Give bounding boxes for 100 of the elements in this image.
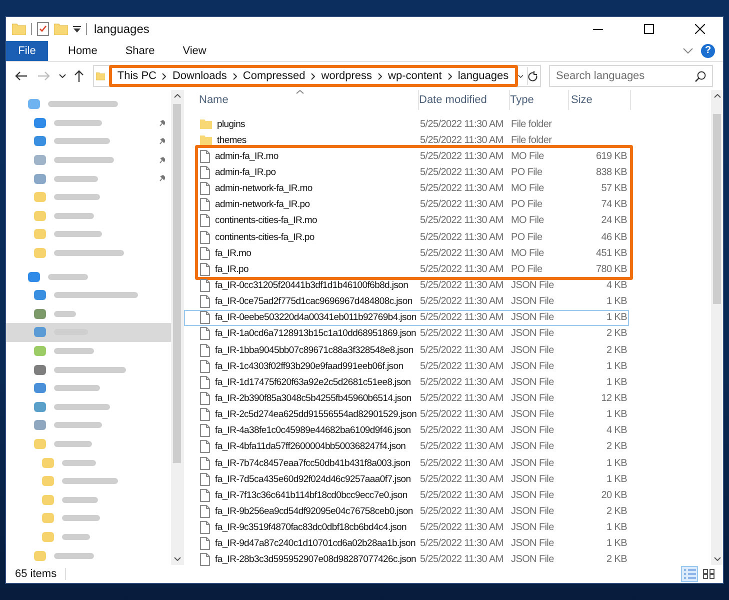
file-row[interactable]: fa_IR-0cc31205f20441b3df1d1b46100f6b8d.json 5/25/2022 11:30 AM JSON File 4 KB: [184, 277, 629, 294]
ribbon-tab[interactable]: View: [172, 41, 216, 61]
breadcrumb-item[interactable]: wp-content: [388, 70, 442, 82]
file-row[interactable]: fa_IR-1a0cd6a7128913b15c1a10dd68951869.json 5/25/2022 11:30 AM JSON File 2 KB: [184, 326, 629, 342]
file-row[interactable]: themes 5/25/2022 11:30 AM File folder: [184, 132, 629, 148]
breadcrumb-item[interactable]: wordpress: [321, 70, 372, 82]
file-row[interactable]: fa_IR-28b3c3d595952907e08d98287077426c.json 5/25/2022 11:30 AM JSON File 2 KB: [184, 552, 629, 568]
file-size: 1 KB: [606, 409, 627, 420]
file-size: 4 KB: [606, 425, 627, 436]
file-row[interactable]: continents-cities-fa_IR.mo 5/25/2022 11:30 AM MO File 24 KB: [198, 212, 630, 229]
chevron-right-icon[interactable]: [311, 72, 316, 80]
column-header[interactable]: Name: [195, 90, 419, 110]
file-row[interactable]: plugins 5/25/2022 11:30 AM File folder: [184, 116, 629, 132]
file-row[interactable]: fa_IR-9c3519f4870fac83dc0dbf18cb6bd4c4.json 5/25/2022 11:30 AM JSON File 1 KB: [184, 520, 629, 536]
file-type: JSON File: [511, 360, 555, 372]
scroll-down-icon[interactable]: [174, 557, 180, 561]
blurred-label: [54, 176, 98, 182]
file-type: PO File: [511, 264, 544, 275]
file-row[interactable]: admin-fa_IR.mo 5/25/2022 11:30 AM MO File 619 KB: [198, 148, 630, 164]
file-name: fa_IR-9b256ea9cd54df92095e04c76758ceb0.json: [215, 506, 413, 517]
large-icons-view-button[interactable]: [700, 566, 717, 582]
date-modified: 5/25/2022 11:30 AM: [420, 490, 504, 501]
blurred-label: [54, 348, 94, 354]
file-size: 12 KB: [601, 392, 627, 404]
file-size: 1 KB: [606, 296, 627, 308]
column-header[interactable]: Size: [565, 90, 631, 110]
file-name: themes: [217, 134, 246, 146]
file-tab[interactable]: File: [6, 41, 48, 61]
details-view-button[interactable]: [681, 566, 698, 582]
file-row[interactable]: fa_IR-1d17475f620f63a92e2c5d2681c51ee8.json 5/25/2022 11:30 AM JSON File 1 KB: [184, 374, 629, 390]
breadcrumb-item[interactable]: Compressed: [242, 70, 306, 82]
search-field[interactable]: Search languages: [549, 65, 713, 87]
file-type: JSON File: [511, 474, 555, 485]
document-icon: [200, 521, 210, 534]
date-modified: 5/25/2022 11:30 AM: [420, 458, 504, 469]
file-row[interactable]: fa_IR-2c5d274ea625dd91556554ad82901529.json 5/25/2022 11:30 AM JSON File 1 KB: [184, 406, 629, 423]
file-row[interactable]: fa_IR-4a38fe1c0c45989e44682ba6109d9f46.json 5/25/2022 11:30 AM JSON File 4 KB: [184, 422, 629, 439]
breadcrumb-item[interactable]: This PC: [117, 70, 156, 82]
document-icon: [200, 150, 210, 163]
address-dropdown-caret-icon[interactable]: [518, 74, 523, 78]
chevron-right-icon[interactable]: [232, 72, 237, 80]
chevron-right-icon[interactable]: [378, 72, 382, 80]
back-arrow-icon[interactable]: [15, 71, 27, 81]
document-icon: [200, 392, 210, 405]
file-row[interactable]: fa_IR-0ce75ad2f775d1cac9696967d484808c.json 5/25/2022 11:30 AM JSON File 1 KB: [184, 294, 629, 310]
file-size: 1 KB: [606, 376, 627, 388]
file-row[interactable]: fa_IR-1bba9045bb07c89671c88a3f328548e8.json 5/25/2022 11:30 AM JSON File 2 KB: [184, 342, 629, 358]
file-row[interactable]: fa_IR-1c4303f02ff93b290e9faad991eeb06f.json 5/25/2022 11:30 AM JSON File 1 KB: [184, 358, 629, 374]
ribbon-tab[interactable]: Share: [115, 41, 165, 61]
file-name: fa_IR-1c4303f02ff93b290e9faad991eeb06f.json: [215, 360, 404, 372]
file-row[interactable]: fa_IR.mo 5/25/2022 11:30 AM MO File 451 KB: [198, 245, 630, 262]
file-row[interactable]: fa_IR-0eebe503220d4a00341eb011b92769b4.json 5/25/2022 11:30 AM JSON File 1 KB: [184, 310, 629, 326]
file-size: 2 KB: [606, 344, 627, 356]
recent-locations-caret-icon[interactable]: [59, 74, 66, 78]
sidebar-item-blurred[interactable]: [6, 323, 171, 342]
breadcrumb-item[interactable]: Downloads: [172, 70, 227, 82]
scroll-up-icon[interactable]: [714, 94, 720, 98]
file-row[interactable]: admin-fa_IR.po 5/25/2022 11:30 AM PO File 838 KB: [198, 164, 630, 181]
expand-ribbon-icon[interactable]: [683, 48, 693, 54]
chevron-right-icon[interactable]: [448, 72, 452, 80]
document-icon: [200, 424, 210, 438]
date-modified: 5/25/2022 11:30 AM: [420, 134, 504, 146]
file-row[interactable]: continents-cities-fa_IR.po 5/25/2022 11:30 AM PO File 46 KB: [198, 228, 630, 246]
file-row[interactable]: fa_IR-9b256ea9cd54df92095e04c76758ceb0.json 5/25/2022 11:30 AM JSON File 2 KB: [184, 503, 629, 520]
file-row[interactable]: admin-network-fa_IR.mo 5/25/2022 11:30 AM MO File 57 KB: [198, 180, 630, 197]
document-icon: [200, 456, 210, 470]
scroll-down-icon[interactable]: [714, 557, 720, 561]
column-header[interactable]: Type: [506, 90, 569, 110]
ribbon-tab[interactable]: Home: [58, 41, 108, 61]
sidebar-scrollbar[interactable]: [171, 90, 183, 565]
blurred-label: [54, 404, 110, 410]
help-button[interactable]: ?: [701, 44, 715, 58]
file-row[interactable]: fa_IR-2b390f85a3048c5b4255fb45960b6514.json 5/25/2022 11:30 AM JSON File 12 KB: [184, 390, 629, 407]
scroll-up-icon[interactable]: [174, 94, 180, 98]
close-icon: [695, 24, 705, 34]
file-type: PO File: [511, 232, 544, 243]
file-row[interactable]: fa_IR-7d5ca435e60d92f024d46c9257aaa0f7.json 5/25/2022 11:30 AM JSON File 1 KB: [184, 471, 629, 488]
file-size: 57 KB: [601, 183, 627, 194]
file-row[interactable]: fa_IR-7f13c36c641b114bf18cd0bcc9ecc7e0.json 5/25/2022 11:30 AM JSON File 20 KB: [184, 487, 629, 504]
file-row[interactable]: admin-network-fa_IR.po 5/25/2022 11:30 AM PO File 74 KB: [198, 196, 630, 213]
search-input[interactable]: Search languages: [556, 70, 695, 82]
chevron-right-icon[interactable]: [162, 72, 166, 80]
up-arrow-icon[interactable]: [74, 70, 84, 82]
document-icon: [200, 327, 210, 340]
column-header[interactable]: Date modified: [415, 90, 510, 110]
document-icon: [200, 360, 210, 373]
blurred-label: [54, 212, 94, 219]
refresh-button[interactable]: [526, 67, 538, 85]
file-row[interactable]: fa_IR-4bfa11da57ff2600004bb500368247f4.json 5/25/2022 11:30 AM JSON File 2 KB: [184, 438, 629, 455]
dropdown-caret-icon[interactable]: [73, 26, 81, 32]
properties-icon[interactable]: [37, 22, 49, 36]
file-row[interactable]: fa_IR-9d47a87c240c1d10701cd6a02b28aa1b.json 5/25/2022 11:30 AM JSON File 1 KB: [184, 536, 629, 552]
forward-arrow-icon[interactable]: [38, 71, 50, 81]
file-type: JSON File: [511, 344, 555, 356]
file-size: 2 KB: [606, 554, 627, 566]
breadcrumb-item[interactable]: languages: [458, 70, 509, 82]
file-list-scrollbar[interactable]: [711, 90, 723, 565]
file-size: 1 KB: [606, 538, 627, 550]
file-row[interactable]: fa_IR.po 5/25/2022 11:30 AM PO File 780 KB: [198, 261, 630, 278]
file-row[interactable]: fa_IR-7b74c8457eaa7fcc50db41b431f8a003.json 5/25/2022 11:30 AM JSON File 1 KB: [184, 454, 629, 472]
